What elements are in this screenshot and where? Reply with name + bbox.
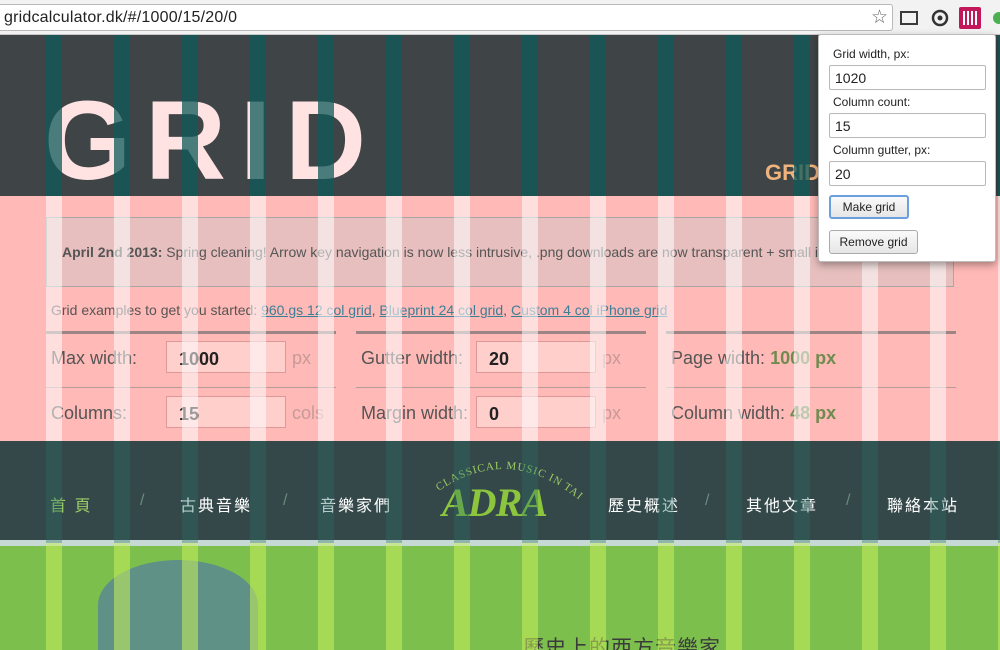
gutter-width-label: Gutter width: (361, 348, 464, 368)
browser-toolbar: gridcalculator.dk/#/1000/15/20/0 ☆ (0, 0, 1000, 35)
site-title: GRID (44, 78, 380, 203)
nav-item-articles[interactable]: 其他文章 (746, 492, 818, 516)
example-link-960gs[interactable]: 960.gs 12 col grid (261, 302, 372, 318)
grid-examples: Grid examples to get you started: 960.gs… (51, 302, 668, 318)
example-link-iphone[interactable]: Custom 4 col iPhone grid (511, 302, 667, 318)
site-subtitle: GRID (765, 160, 820, 185)
column-gutter-input[interactable]: 20 (829, 161, 986, 186)
section-headline: 歷史上的西方音樂家 (523, 637, 721, 650)
url-text[interactable]: gridcalculator.dk/#/1000/15/20/0 (4, 9, 237, 27)
block-divider (46, 331, 336, 334)
column-gutter-label: Column gutter, px: (833, 143, 931, 157)
page-width-label: Page width: (671, 348, 771, 368)
sync-icon[interactable] (929, 7, 951, 29)
nav-separator: / (846, 492, 851, 509)
max-width-input[interactable]: 1000 (166, 341, 286, 373)
gutter-width-input[interactable]: 20 (476, 341, 596, 373)
max-width-unit: px (292, 348, 312, 368)
notice-text: Spring cleaning! Arrow key navigation is… (162, 244, 818, 260)
column-count-label: Column count: (833, 95, 911, 109)
example-link-blueprint[interactable]: Blueprint 24 col grid (379, 302, 503, 318)
nav-separator: / (283, 492, 288, 509)
column-width-value: 48 px (790, 403, 837, 423)
page-width-value: 1000 px (770, 348, 837, 368)
nav-item-contact[interactable]: 聯絡本站 (887, 492, 959, 516)
grid-width-label: Grid width, px: (833, 47, 910, 61)
site-logo[interactable]: ADRA (442, 479, 548, 526)
make-grid-button[interactable]: Make grid (829, 195, 909, 219)
nav-separator: / (140, 492, 145, 509)
music-site-nav: 首 頁 / 古典音樂 / 音樂家們 CLASSICAL MUSIC IN TAI… (0, 441, 1000, 543)
notice-date: April 2nd 2013: (62, 244, 163, 260)
block-divider (666, 331, 956, 334)
columns-input[interactable]: 15 (166, 396, 286, 428)
grid-extension-icon[interactable] (959, 7, 981, 29)
columns-unit: cols (292, 403, 325, 423)
max-width-label: Max width: (51, 348, 138, 368)
columns-label: Columns: (51, 403, 128, 423)
nav-item-classical[interactable]: 古典音樂 (180, 492, 252, 516)
column-count-input[interactable]: 15 (829, 113, 986, 138)
column-width-label: Column width: (671, 403, 791, 423)
address-bar[interactable]: gridcalculator.dk/#/1000/15/20/0 ☆ (0, 4, 893, 31)
block-divider (356, 331, 646, 334)
margin-width-label: Margin width: (361, 403, 469, 423)
width-columns-block: Max width: 1000 px Columns: 15 cols (46, 331, 336, 441)
star-icon[interactable]: ☆ (871, 6, 888, 29)
decorative-illustration (98, 560, 258, 650)
examples-prefix: Grid examples to get you started: (51, 302, 262, 318)
puzzle-icon[interactable] (990, 7, 1000, 29)
margin-width-unit: px (602, 403, 622, 423)
grid-width-input[interactable]: 1020 (829, 65, 986, 90)
screenshot-icon[interactable] (898, 7, 920, 29)
nav-item-home[interactable]: 首 頁 (50, 492, 92, 516)
nav-item-history[interactable]: 歷史概述 (608, 492, 680, 516)
block-divider (46, 387, 336, 388)
page-width-result: Page width: 1000 px (671, 348, 836, 369)
grid-extension-popup: Grid width, px: 1020 Column count: 15 Co… (818, 34, 996, 262)
nav-item-musicians[interactable]: 音樂家們 (320, 492, 392, 516)
block-divider (666, 387, 956, 388)
gutter-width-unit: px (602, 348, 622, 368)
nav-separator: / (705, 492, 710, 509)
remove-grid-button[interactable]: Remove grid (829, 230, 918, 254)
column-width-result: Column width: 48 px (671, 403, 836, 424)
block-divider (356, 387, 646, 388)
results-block: Page width: 1000 px Column width: 48 px (666, 331, 956, 441)
margin-width-input[interactable]: 0 (476, 396, 596, 428)
gutter-margin-block: Gutter width: 20 px Margin width: 0 px (356, 331, 646, 441)
